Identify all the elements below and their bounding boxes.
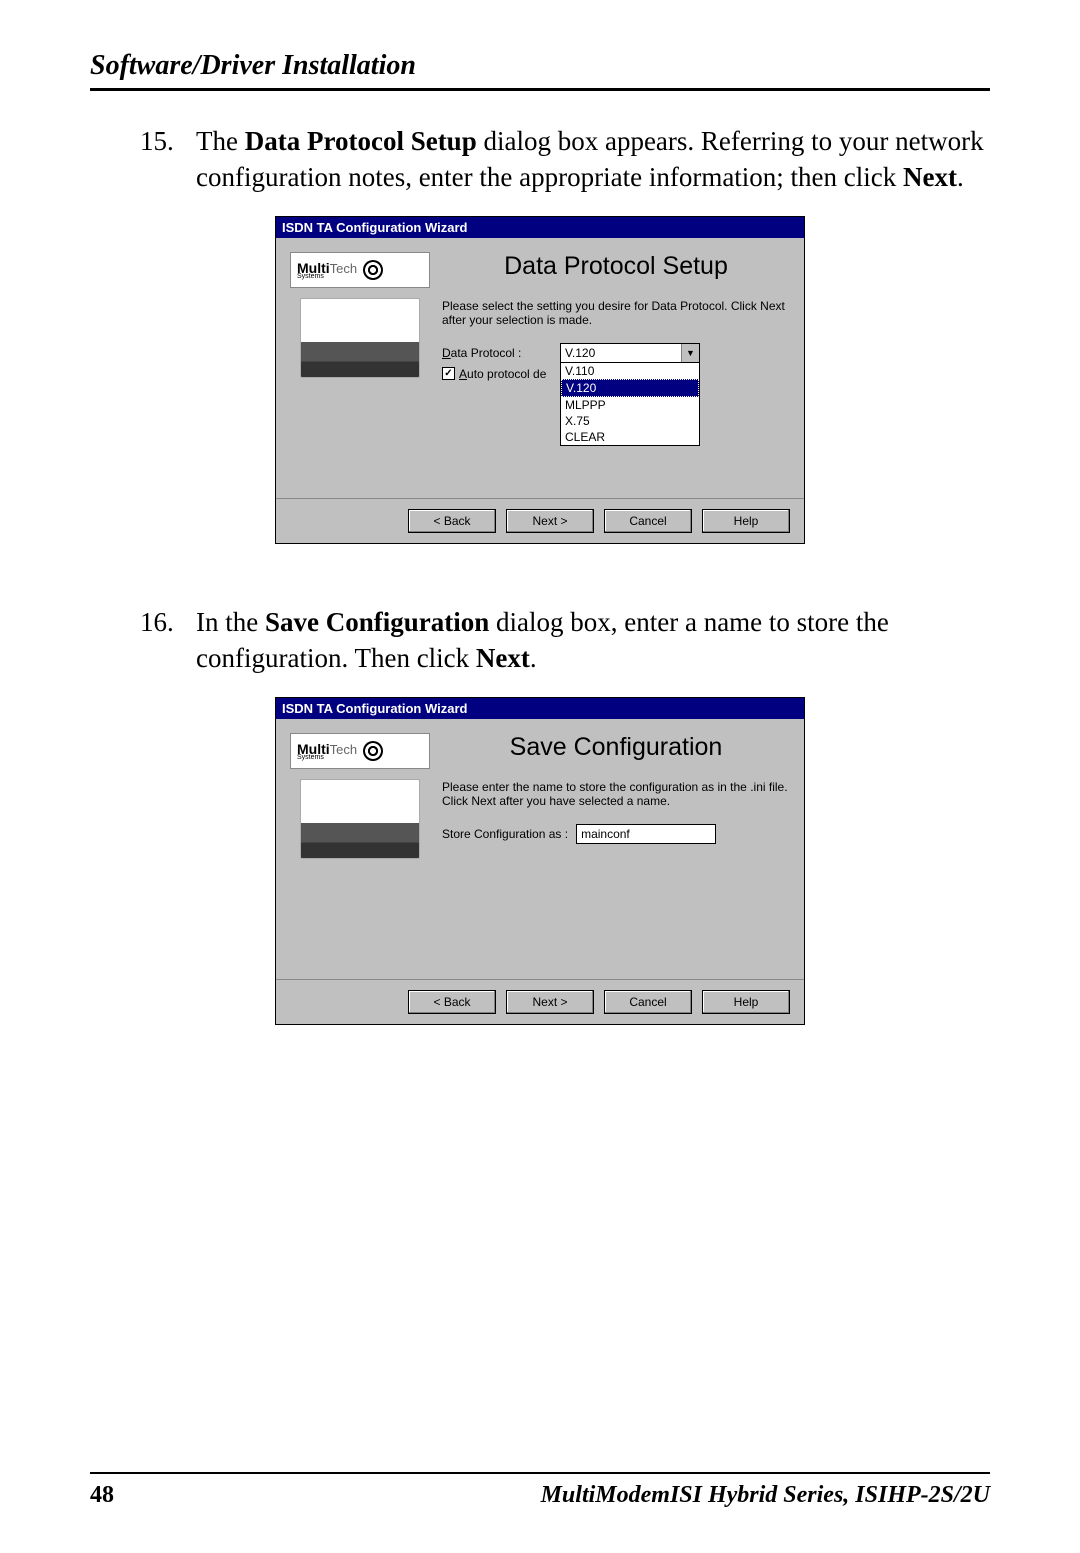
logo-tech: Tech bbox=[330, 261, 357, 276]
dialog-titlebar: ISDN TA Configuration Wizard bbox=[276, 217, 804, 238]
t-bold: Save Configuration bbox=[265, 607, 489, 637]
logo-tech: Tech bbox=[330, 742, 357, 757]
step-16: 16. In the Save Configuration dialog box… bbox=[90, 604, 990, 677]
step-number: 16. bbox=[140, 604, 196, 677]
step-15: 15. The Data Protocol Setup dialog box a… bbox=[90, 123, 990, 196]
dialog-titlebar: ISDN TA Configuration Wizard bbox=[276, 698, 804, 719]
t-bold: Data Protocol Setup bbox=[245, 126, 477, 156]
instruction-text: Please select the setting you desire for… bbox=[442, 299, 790, 327]
auto-protocol-label: Auto protocol de bbox=[459, 367, 546, 381]
back-button[interactable]: < Back bbox=[408, 990, 496, 1014]
device-image bbox=[300, 298, 420, 378]
footer-title: MultiModemISI Hybrid Series, ISIHP-2S/2U bbox=[541, 1482, 990, 1509]
t-bold: Next bbox=[476, 643, 530, 673]
dropdown-item[interactable]: V.110 bbox=[561, 363, 699, 379]
t: . bbox=[957, 162, 964, 192]
data-protocol-combo[interactable]: V.120 ▼ bbox=[560, 343, 700, 363]
instruction-text: Please enter the name to store the confi… bbox=[442, 780, 790, 808]
page-number: 48 bbox=[90, 1482, 114, 1509]
panel-title: Data Protocol Setup bbox=[442, 252, 790, 281]
bullseye-icon bbox=[363, 260, 383, 280]
next-button[interactable]: Next > bbox=[506, 990, 594, 1014]
t: In the bbox=[196, 607, 265, 637]
t: The bbox=[196, 126, 245, 156]
step-number: 15. bbox=[140, 123, 196, 196]
multitech-logo: MultiTech Systems bbox=[290, 252, 430, 288]
data-protocol-dialog: ISDN TA Configuration Wizard MultiTech S… bbox=[275, 216, 805, 544]
step-body: In the Save Configuration dialog box, en… bbox=[196, 604, 990, 677]
combo-value: V.120 bbox=[561, 346, 681, 360]
next-button[interactable]: Next > bbox=[506, 509, 594, 533]
back-button[interactable]: < Back bbox=[408, 509, 496, 533]
dialog-button-row: < Back Next > Cancel Help bbox=[276, 498, 804, 543]
t-bold: Next bbox=[903, 162, 957, 192]
store-config-label: Store Configuration as : bbox=[442, 827, 568, 841]
auto-protocol-checkbox[interactable]: ✓ bbox=[442, 367, 455, 380]
t: . bbox=[530, 643, 537, 673]
config-name-input[interactable] bbox=[576, 824, 716, 844]
page-footer: 48 MultiModemISI Hybrid Series, ISIHP-2S… bbox=[90, 1472, 990, 1509]
protocol-dropdown[interactable]: V.110 V.120 MLPPP X.75 CLEAR bbox=[560, 362, 700, 446]
save-configuration-dialog: ISDN TA Configuration Wizard MultiTech S… bbox=[275, 697, 805, 1025]
dropdown-item-selected[interactable]: V.120 bbox=[561, 379, 699, 397]
dropdown-item[interactable]: X.75 bbox=[561, 413, 699, 429]
page-header: Software/Driver Installation bbox=[90, 50, 990, 91]
panel-title: Save Configuration bbox=[442, 733, 790, 762]
cancel-button[interactable]: Cancel bbox=[604, 990, 692, 1014]
chevron-down-icon[interactable]: ▼ bbox=[681, 344, 699, 362]
help-button[interactable]: Help bbox=[702, 509, 790, 533]
bullseye-icon bbox=[363, 741, 383, 761]
dropdown-item[interactable]: MLPPP bbox=[561, 397, 699, 413]
multitech-logo: MultiTech Systems bbox=[290, 733, 430, 769]
dropdown-item[interactable]: CLEAR bbox=[561, 429, 699, 445]
device-image bbox=[300, 779, 420, 859]
step-body: The Data Protocol Setup dialog box appea… bbox=[196, 123, 990, 196]
data-protocol-label: Data Protocol : bbox=[442, 346, 552, 360]
cancel-button[interactable]: Cancel bbox=[604, 509, 692, 533]
dialog-button-row: < Back Next > Cancel Help bbox=[276, 979, 804, 1024]
help-button[interactable]: Help bbox=[702, 990, 790, 1014]
